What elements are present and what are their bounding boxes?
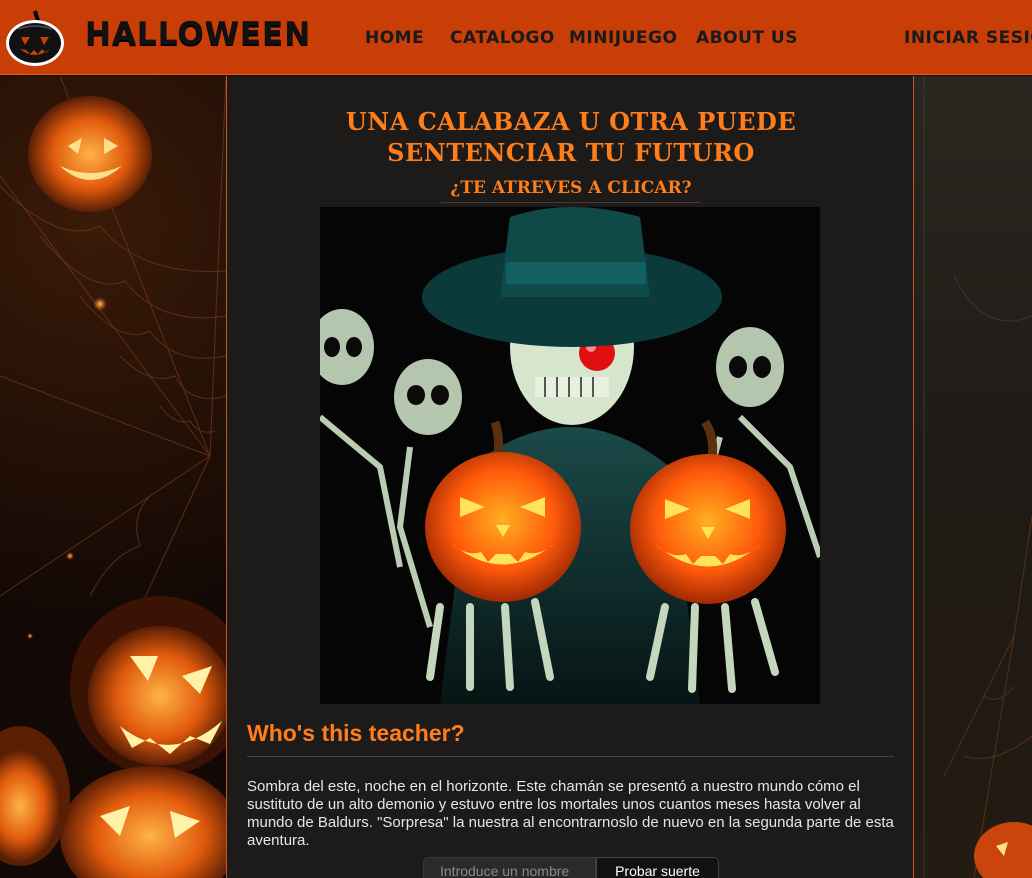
nav-home[interactable]: HOME bbox=[365, 28, 424, 48]
pumpkin-logo-icon bbox=[6, 10, 64, 66]
skeleton-shaman-with-pumpkins-image[interactable] bbox=[320, 207, 820, 704]
section-title: Who's this teacher? bbox=[247, 720, 465, 746]
logo[interactable] bbox=[4, 9, 66, 67]
top-navbar: HALLOWEEN HOME CATALOGO MINIJUEGO ABOUT … bbox=[0, 0, 1032, 75]
spiderweb-right-illustration bbox=[923, 76, 1032, 878]
character-description: Sombra del este, noche en el horizonte. … bbox=[247, 778, 894, 849]
divider bbox=[247, 756, 894, 757]
background-decoration-left bbox=[0, 76, 226, 878]
login-link[interactable]: INICIAR SESIO bbox=[904, 28, 1032, 48]
name-input[interactable] bbox=[423, 857, 596, 878]
logo-text[interactable]: HALLOWEEN bbox=[85, 16, 311, 52]
spiderweb-pumpkins-illustration bbox=[0, 76, 226, 878]
nav-about-us[interactable]: ABOUT US bbox=[696, 28, 798, 48]
nav-minijuego[interactable]: MINIJUEGO bbox=[569, 28, 677, 48]
page-title: UNA CALABAZA U OTRA PUEDE SENTENCIAR TU … bbox=[345, 107, 797, 167]
page-subtitle: ¿TE ATREVES A CLICAR? bbox=[441, 178, 701, 203]
background-decoration-right bbox=[914, 76, 1032, 878]
main-content-panel: UNA CALABAZA U OTRA PUEDE SENTENCIAR TU … bbox=[226, 76, 914, 878]
luck-form: Probar suerte bbox=[423, 857, 719, 878]
try-luck-button[interactable]: Probar suerte bbox=[596, 857, 719, 878]
nav-catalogo[interactable]: CATALOGO bbox=[450, 28, 555, 48]
